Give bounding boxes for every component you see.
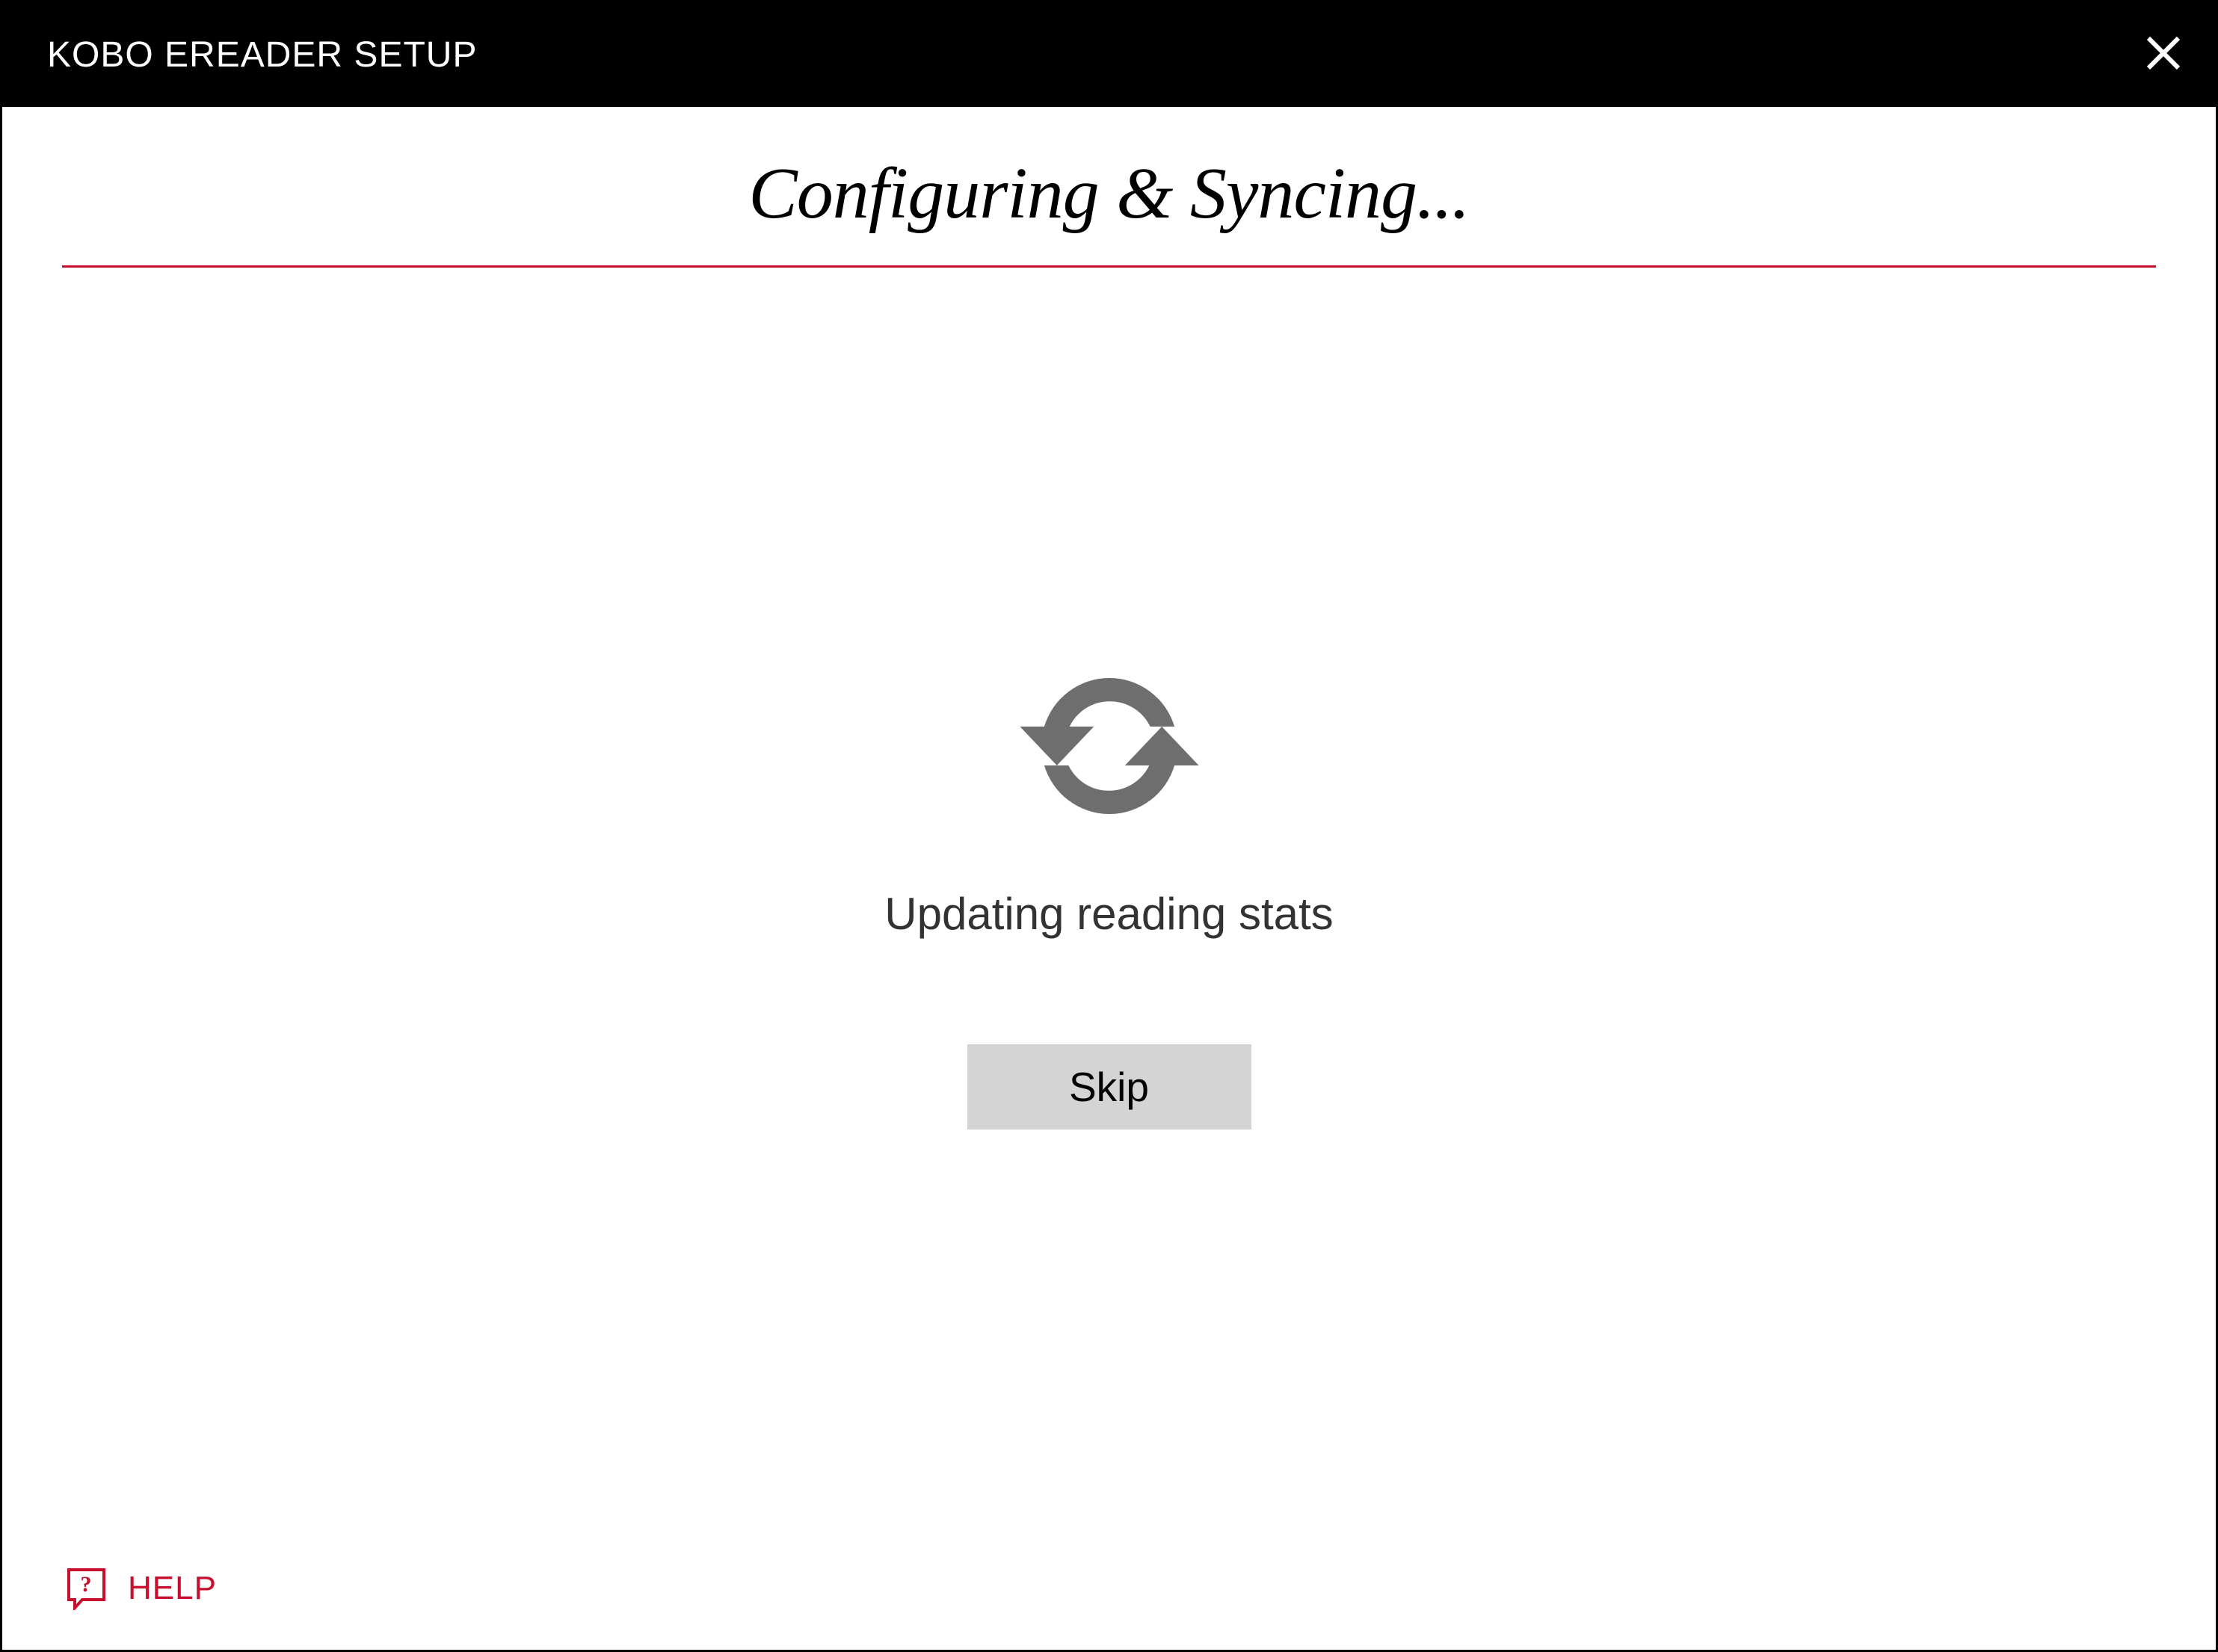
svg-text:?: ?	[81, 1572, 92, 1597]
content-area: Configuring & Syncing... Updating readin…	[2, 107, 2216, 1129]
heading-underline	[62, 265, 2156, 268]
sync-section: Updating reading stats Skip	[62, 649, 2156, 1129]
skip-button[interactable]: Skip	[967, 1044, 1251, 1129]
close-button[interactable]	[2141, 32, 2186, 77]
help-label: HELP	[128, 1570, 217, 1607]
close-icon	[2145, 34, 2182, 75]
help-icon: ?	[66, 1568, 107, 1609]
help-button[interactable]: ? HELP	[66, 1568, 217, 1609]
window-title: KOBO EREADER SETUP	[47, 34, 477, 75]
title-bar: KOBO EREADER SETUP	[2, 2, 2216, 107]
status-text: Updating reading stats	[884, 888, 1333, 940]
sync-icon	[1012, 649, 1207, 843]
page-heading: Configuring & Syncing...	[62, 152, 2156, 235]
